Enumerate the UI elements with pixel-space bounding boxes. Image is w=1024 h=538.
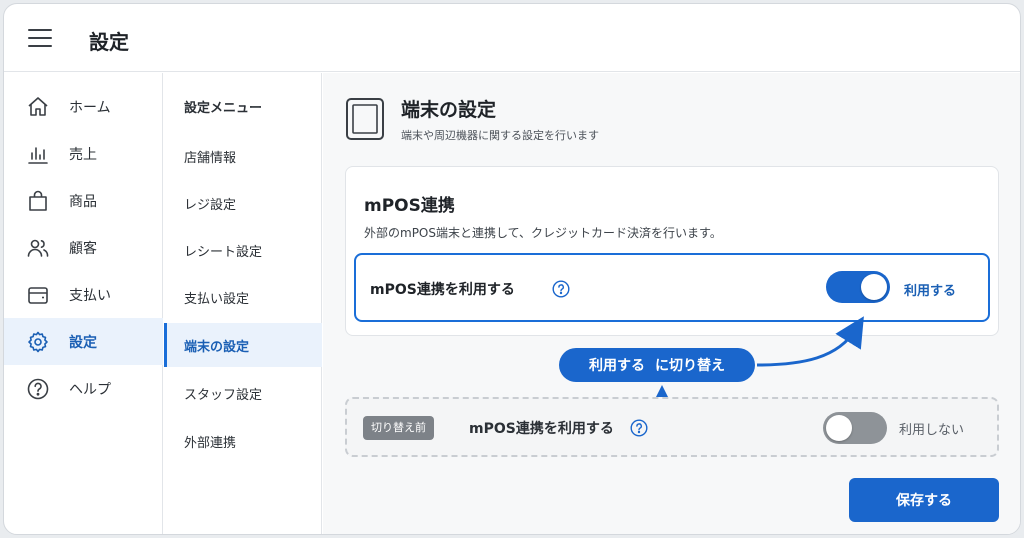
mpos-setting-row: mPOS連携を利用する 利用する bbox=[354, 253, 990, 322]
main-content: 端末の設定 端末や周辺機器に関する設定を行います mPOS連携 外部のmPOS端… bbox=[323, 73, 1020, 534]
submenu-item-register[interactable]: レジ設定 bbox=[164, 181, 322, 225]
submenu-item-label: スタッフ設定 bbox=[184, 388, 263, 403]
question-icon bbox=[630, 419, 648, 437]
sidebar-item-label: ヘルプ bbox=[69, 382, 111, 398]
sidebar-item-label: ホーム bbox=[69, 100, 111, 116]
card-title: mPOS連携 bbox=[364, 196, 455, 216]
sidebar-item-settings[interactable]: 設定 bbox=[4, 318, 163, 365]
sidebar-item-label: 売上 bbox=[69, 147, 97, 163]
sidebar-item-label: 設定 bbox=[69, 335, 97, 351]
sidebar-item-home[interactable]: ホーム bbox=[4, 83, 163, 130]
sidebar-item-label: 顧客 bbox=[69, 241, 97, 257]
mpos-card: mPOS連携 外部のmPOS端末と連携して、クレジットカード決済を行います。 m… bbox=[345, 166, 999, 336]
submenu-item-device[interactable]: 端末の設定 bbox=[164, 323, 322, 367]
mpos-toggle[interactable] bbox=[826, 271, 890, 303]
submenu-item-label: 支払い設定 bbox=[184, 292, 250, 307]
page-title: 設定 bbox=[89, 30, 129, 54]
wallet-icon bbox=[28, 287, 48, 304]
bar-chart-icon bbox=[28, 147, 48, 164]
before-badge: 切り替え前 bbox=[363, 416, 434, 440]
submenu-title: 設定メニュー bbox=[184, 101, 263, 116]
sidebar-item-help[interactable]: ヘルプ bbox=[4, 365, 163, 412]
submenu-item-staff[interactable]: スタッフ設定 bbox=[164, 371, 322, 415]
submenu-item-label: 外部連携 bbox=[184, 436, 237, 451]
toggle-state-label: 利用する bbox=[904, 284, 957, 299]
setting-label: mPOS連携を利用する bbox=[370, 282, 515, 298]
sidebar-item-label: 支払い bbox=[69, 288, 111, 304]
app-window: 設定 ホーム 売上 商品 顧客 支払い 設定 ヘルプ 設定メニュー 店舗情報 レ… bbox=[3, 3, 1021, 535]
sidebar-item-products[interactable]: 商品 bbox=[4, 177, 163, 224]
submenu-item-label: レシート設定 bbox=[184, 245, 263, 260]
submenu-item-payment[interactable]: 支払い設定 bbox=[164, 275, 322, 319]
settings-submenu: 設定メニュー 店舗情報 レジ設定 レシート設定 支払い設定 端末の設定 スタッフ… bbox=[164, 73, 322, 534]
submenu-item-store-info[interactable]: 店舗情報 bbox=[164, 134, 322, 178]
sidebar-item-sales[interactable]: 売上 bbox=[4, 130, 163, 177]
sidebar: ホーム 売上 商品 顧客 支払い 設定 ヘルプ bbox=[4, 73, 163, 534]
section-subtitle: 端末や周辺機器に関する設定を行います bbox=[401, 129, 599, 142]
before-state-row: 切り替え前 mPOS連携を利用する 利用しない bbox=[345, 397, 999, 457]
users-icon bbox=[27, 239, 49, 257]
submenu-item-integrations[interactable]: 外部連携 bbox=[164, 419, 322, 463]
app-header: 設定 bbox=[4, 4, 1020, 72]
home-icon bbox=[28, 97, 48, 116]
before-toggle bbox=[823, 412, 887, 444]
sidebar-item-label: 商品 bbox=[69, 194, 97, 210]
tablet-icon bbox=[346, 98, 384, 140]
switch-callout: 利用する に切り替え bbox=[559, 348, 755, 382]
before-setting-label: mPOS連携を利用する bbox=[469, 421, 614, 437]
menu-icon[interactable] bbox=[28, 29, 52, 47]
save-button[interactable]: 保存する bbox=[849, 478, 999, 522]
question-icon[interactable] bbox=[552, 280, 570, 298]
help-circle-icon bbox=[27, 378, 49, 400]
callout-text-secondary: に切り替え bbox=[655, 358, 725, 374]
submenu-item-label: レジ設定 bbox=[184, 198, 237, 213]
submenu-item-receipt[interactable]: レシート設定 bbox=[164, 228, 322, 272]
section-title: 端末の設定 bbox=[401, 99, 497, 121]
shopping-bag-icon bbox=[29, 190, 47, 211]
card-description: 外部のmPOS端末と連携して、クレジットカード決済を行います。 bbox=[364, 226, 722, 240]
before-toggle-state-label: 利用しない bbox=[899, 423, 965, 438]
sidebar-item-payments[interactable]: 支払い bbox=[4, 271, 163, 318]
gear-icon bbox=[28, 331, 48, 353]
submenu-item-label: 端末の設定 bbox=[184, 340, 250, 355]
submenu-item-label: 店舗情報 bbox=[184, 151, 237, 166]
sidebar-item-customers[interactable]: 顧客 bbox=[4, 224, 163, 271]
callout-text-primary: 利用する bbox=[589, 358, 645, 374]
